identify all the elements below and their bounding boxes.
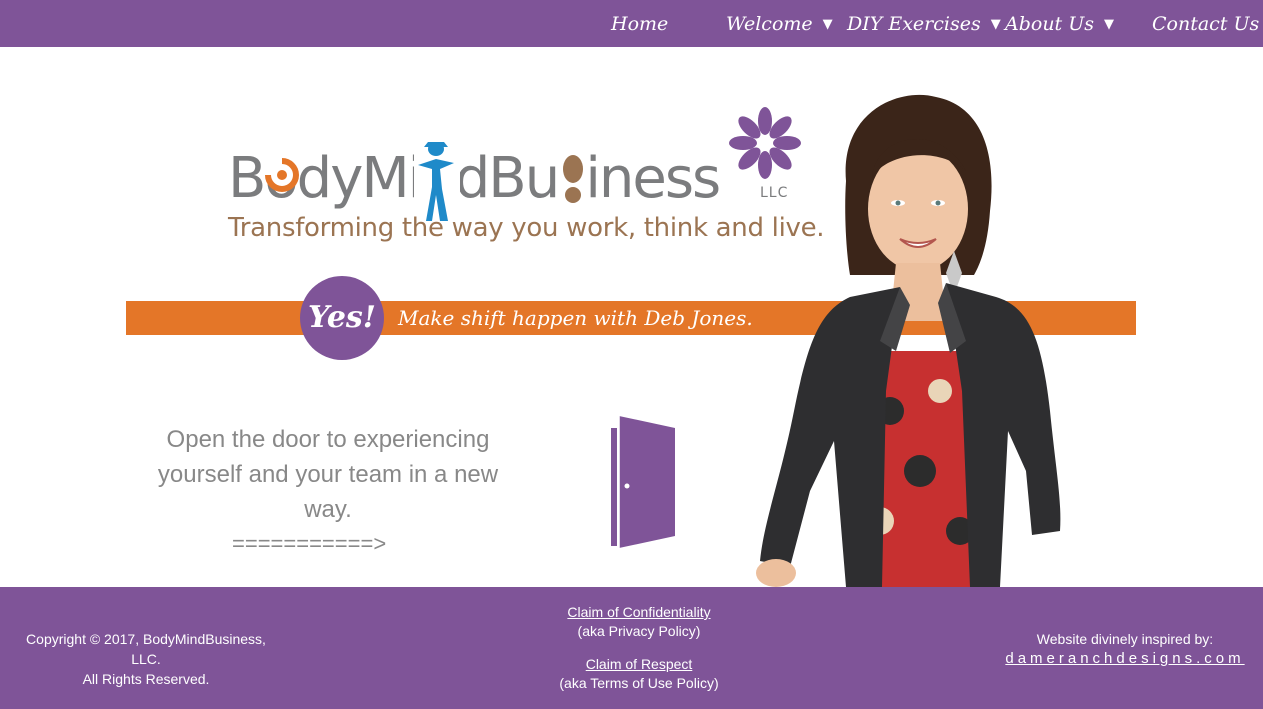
policy-links: Claim of Confidentiality (aka Privacy Po…	[539, 603, 739, 693]
logo-ring-icon	[265, 158, 299, 192]
rights-text: All Rights Reserved.	[82, 671, 210, 687]
copyright-block: Copyright © 2017, BodyMindBusiness, LLC.…	[12, 629, 280, 689]
arrow-text: ===========>	[232, 531, 387, 556]
nav-welcome-label: Welcome	[726, 13, 813, 35]
footer: Copyright © 2017, BodyMindBusiness, LLC.…	[0, 587, 1263, 709]
nav-welcome[interactable]: Welcome ▼	[726, 10, 833, 38]
portrait-image	[756, 94, 1061, 587]
nav-about-us[interactable]: About Us ▼	[1005, 10, 1114, 38]
tagline: Transforming the way you work, think and…	[228, 213, 825, 243]
figure-icon	[414, 139, 460, 223]
nav-about-us-label: About Us	[1005, 13, 1094, 35]
nav-home-label: Home	[611, 13, 669, 35]
shoe-icon	[560, 153, 586, 205]
privacy-policy-link[interactable]: Claim of Confidentiality	[539, 603, 739, 622]
nav-contact-us-label: Contact Us	[1152, 13, 1260, 35]
top-nav: Home Welcome ▼ DIY Exercises ▼ About Us ▼ C…	[0, 0, 1263, 47]
terms-link[interactable]: Claim of Respect	[539, 655, 739, 674]
nav-home[interactable]: Home	[611, 10, 668, 38]
door-message: Open the door to experiencing yourself a…	[157, 426, 499, 523]
hero-section: BodyMindBusiness LLC Transforming the wa…	[0, 47, 1263, 587]
nav-contact-us[interactable]: Contact Us	[1152, 10, 1259, 38]
door-icon[interactable]	[609, 414, 679, 550]
logo-wordmark: BodyMindBusiness	[228, 146, 721, 211]
nav-diy-exercises-label: DIY Exercises	[847, 13, 981, 35]
copyright-text: Copyright © 2017, BodyMindBusiness, LLC.	[26, 631, 266, 667]
dropdown-caret-icon: ▼	[1104, 17, 1114, 32]
dropdown-caret-icon: ▼	[990, 17, 1001, 32]
terms-note: (aka Terms of Use Policy)	[559, 675, 719, 691]
banner-text: Make shift happen with Deb Jones.	[398, 306, 753, 330]
dropdown-caret-icon: ▼	[822, 17, 833, 32]
yes-badge: Yes!	[300, 276, 384, 360]
nav-diy-exercises[interactable]: DIY Exercises ▼	[847, 10, 1001, 38]
designer-credit: Website divinely inspired by: dameranchd…	[995, 629, 1255, 669]
credit-label: Website divinely inspired by:	[1036, 631, 1214, 647]
privacy-policy-note: (aka Privacy Policy)	[577, 623, 701, 639]
designer-site-link[interactable]: dameranchdesigns.com	[995, 649, 1255, 669]
